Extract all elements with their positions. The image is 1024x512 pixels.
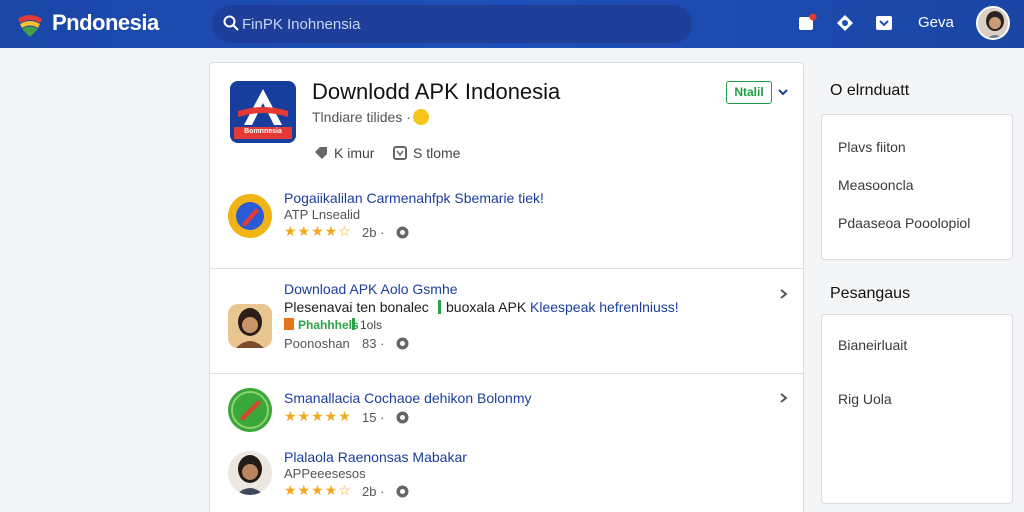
install-button[interactable]: Ntalil (726, 81, 772, 104)
search-input[interactable] (242, 14, 672, 34)
smile-icon (413, 109, 429, 125)
avatar-image (978, 8, 1008, 38)
top-bar: Pndonesia Geva (0, 0, 1024, 48)
item-meta-1: ATP Lnsealid (284, 207, 361, 222)
comment-icon (396, 411, 409, 424)
item-count-2: 83 · (362, 336, 385, 351)
sidebar-item[interactable]: Pdaaseoa Pooolopiol (838, 215, 970, 231)
item-icon-2[interactable] (228, 304, 272, 348)
item-icon-1[interactable] (228, 194, 272, 238)
comment-icon (396, 337, 409, 350)
item-icon-4[interactable] (228, 451, 272, 495)
item-title-2[interactable]: Download APK Aolo Gsmhe (284, 281, 458, 297)
chevron-right-icon[interactable] (778, 391, 790, 405)
comment-icon (396, 485, 409, 498)
item-count-1: 2b · (362, 225, 385, 240)
chevron-right-icon[interactable] (778, 287, 790, 301)
chevron-down-icon[interactable] (776, 85, 790, 99)
item-icon-3[interactable] (228, 388, 272, 432)
item-rating-text-2: Phahhhels (298, 318, 359, 332)
badge-icon (284, 318, 294, 330)
app-subtitle: Tlndiare tilides · (312, 109, 411, 125)
app-detail-card: Bomnnesia Downlodd APK Indonesia Tlndiar… (209, 62, 805, 512)
comment-icon (396, 226, 409, 239)
location-icon[interactable] (835, 13, 855, 33)
item-desc-2c[interactable]: Kleespeak hefrenlniuss! (530, 299, 679, 315)
item-rating-extra-2: 1ols (360, 318, 383, 332)
sidebar-title-2: Pesangaus (830, 285, 911, 302)
user-name[interactable]: Geva (918, 14, 954, 31)
sidebar-item[interactable]: Rig Uola (838, 391, 892, 407)
sidebar-item[interactable]: Measooncla (838, 177, 914, 193)
search-bar[interactable] (212, 5, 692, 43)
download-icon[interactable] (874, 13, 894, 33)
portrait-icon (228, 304, 272, 348)
item-meta-4: APPeeesesos (284, 466, 366, 481)
app-title: Downlodd APK Indonesia (312, 79, 561, 104)
item-desc-2b: buoxala APK (446, 299, 527, 315)
item-title-3[interactable]: Smanallacia Cochaoe dehikon Bolonmy (284, 390, 531, 406)
sidebar-item[interactable]: Plavs fiiton (838, 139, 906, 155)
item-title-4[interactable]: Plalaola Raenonsas Mabakar (284, 449, 467, 465)
sidebar-card-1: Plavs fiiton Measooncla Pdaaseoa Pooolop… (821, 114, 1013, 260)
item-title-1[interactable]: Pogaiikalilan Carmenahfpk Sbemarie tiek! (284, 190, 544, 206)
logo-text[interactable]: Pndonesia (52, 10, 159, 36)
rating-marker (352, 318, 355, 330)
app-meta-left: K imur (334, 145, 375, 161)
item-desc-2a: Plesenavai ten bonalec (284, 299, 429, 315)
sidebar-item[interactable]: Bianeirluait (838, 337, 907, 353)
divider (210, 373, 805, 374)
portrait-icon (228, 451, 272, 495)
avatar[interactable] (976, 6, 1010, 40)
app-icon-label: Bomnnesia (244, 128, 282, 135)
item-count-4: 2b · (362, 484, 385, 499)
tag-icon (315, 147, 327, 159)
pen-icon (228, 194, 272, 238)
rating-stars-1: ★★★★☆ (284, 223, 352, 239)
item-count-3: 15 · (362, 410, 385, 425)
box-icon (393, 146, 407, 160)
notification-icon[interactable] (797, 13, 817, 33)
item-meta-2: Poonoshan (284, 336, 350, 351)
divider (210, 268, 805, 269)
app-meta-right: S tlome (413, 145, 461, 161)
logo-icon[interactable] (16, 11, 44, 37)
highlight-marker (438, 300, 441, 314)
sidebar-card-2: Bianeirluait Rig Uola (821, 314, 1013, 504)
search-icon[interactable] (222, 14, 240, 32)
sidebar-title-1: O elrnduatt (830, 82, 910, 99)
leaf-icon (228, 388, 272, 432)
rating-stars-4: ★★★★☆ (284, 482, 352, 498)
app-icon[interactable]: Bomnnesia (230, 81, 296, 143)
rating-stars-3: ★★★★★ (284, 408, 352, 424)
